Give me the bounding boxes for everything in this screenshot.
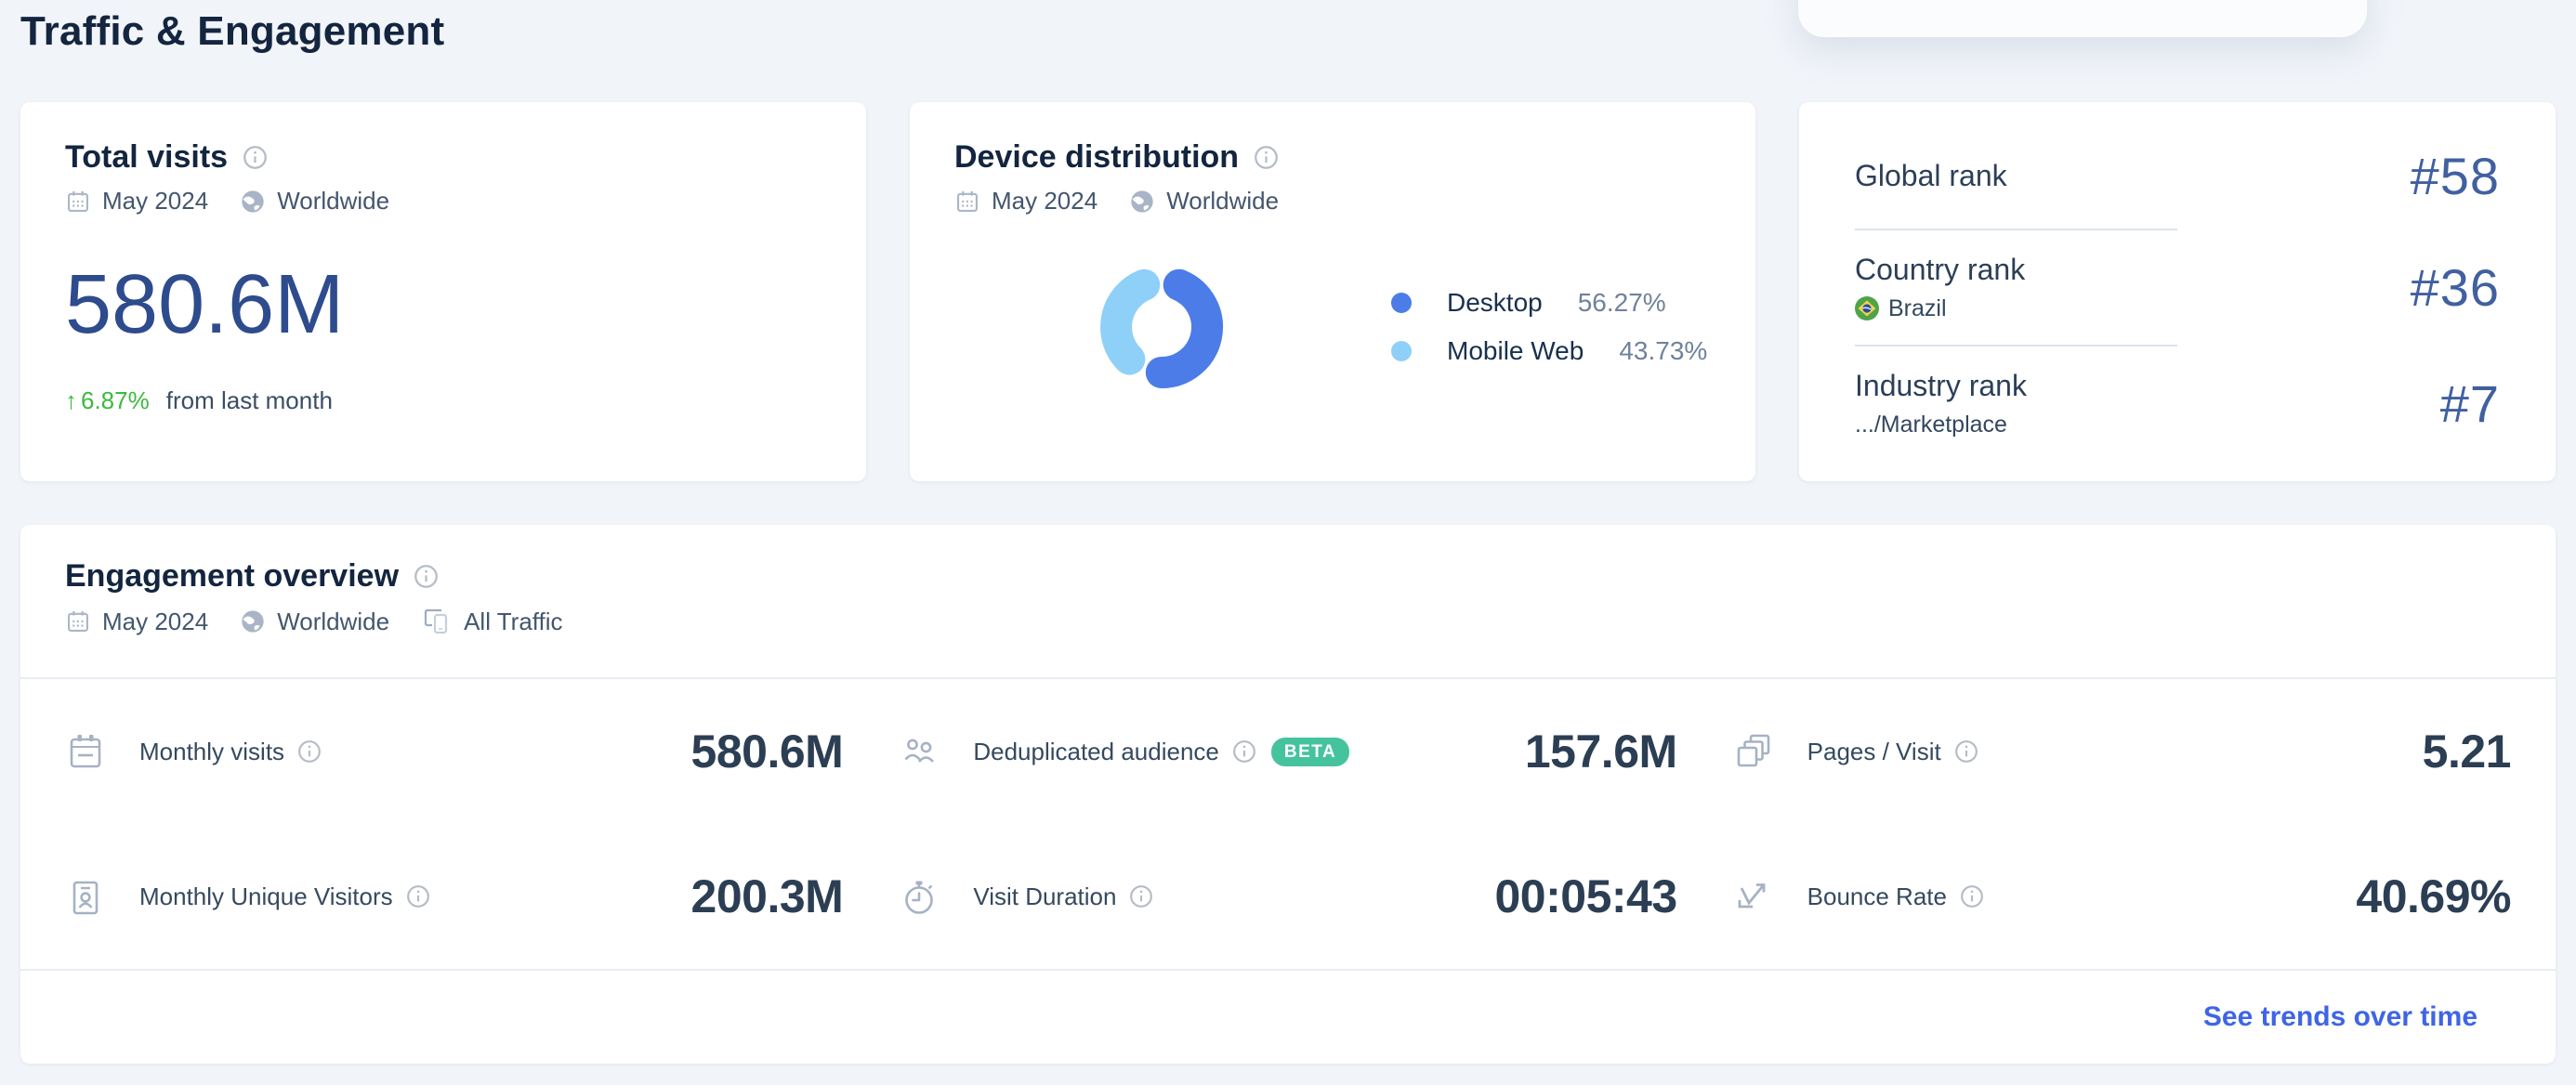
engagement-footer: See trends over time	[20, 969, 2556, 1064]
industry-rank-row: Industry rank .../Marketplace #7	[1855, 346, 2500, 461]
total-visits-title: Total visits	[65, 139, 229, 175]
metric-label: Pages / Visit	[1807, 737, 1941, 765]
legend-row-desktop: Desktop 56.27%	[1391, 288, 1707, 318]
country-rank-value: #36	[2410, 257, 2500, 317]
metric-label: Visit Duration	[973, 882, 1117, 910]
engagement-period: May 2024	[102, 607, 209, 635]
see-trends-link[interactable]: See trends over time	[2203, 1001, 2477, 1033]
info-icon[interactable]	[1232, 739, 1256, 764]
metric-visit-duration: Visit Duration 00:05:43	[899, 824, 1678, 969]
info-icon[interactable]	[1960, 884, 1984, 909]
change-percent: 6.87%	[81, 386, 150, 414]
calendar-icon	[65, 608, 91, 634]
bounce-arrow-icon	[1733, 876, 1774, 917]
total-visits-period: May 2024	[102, 187, 209, 215]
device-combo-icon	[421, 606, 453, 637]
change-note: from last month	[165, 386, 333, 414]
engagement-traffic-type: All Traffic	[464, 607, 563, 635]
metric-value: 580.6M	[690, 726, 844, 778]
metric-monthly-visits: Monthly visits 580.6M	[65, 679, 844, 824]
metric-pages-per-visit: Pages / Visit 5.21	[1733, 679, 2511, 824]
metric-monthly-unique-visitors: Monthly Unique Visitors 200.3M	[65, 824, 844, 969]
metric-label: Monthly Unique Visitors	[139, 882, 393, 910]
info-icon[interactable]	[1954, 739, 1978, 764]
up-arrow-icon: ↑	[65, 386, 77, 414]
traffic-engagement-section: Traffic & Engagement Total visits May 20…	[0, 0, 2576, 1064]
person-badge-icon	[65, 876, 106, 917]
info-icon[interactable]	[243, 145, 268, 170]
legend-row-mobile: Mobile Web 43.73%	[1391, 336, 1707, 366]
metric-value: 200.3M	[690, 870, 844, 922]
metric-value: 5.21	[2422, 726, 2512, 778]
device-donut-chart	[1087, 253, 1236, 401]
ranks-card: Global rank #58 Country rank Brazil #36 …	[1799, 102, 2556, 481]
engagement-overview-card: Engagement overview May 2024 Worldwide A…	[20, 525, 2556, 1064]
engagement-region: Worldwide	[277, 607, 390, 635]
global-rank-value: #58	[2410, 146, 2500, 205]
country-rank-label: Country rank	[1855, 252, 2026, 286]
device-legend: Desktop 56.27% Mobile Web 43.73%	[1391, 288, 1707, 366]
calendar-lines-icon	[65, 731, 106, 772]
engagement-metrics-grid: Monthly visits 580.6M Deduplicated audie…	[20, 679, 2556, 969]
engagement-overview-title: Engagement overview	[65, 558, 400, 594]
donut-mobile-segment	[1100, 268, 1161, 375]
info-icon[interactable]	[297, 739, 322, 764]
brazil-flag-icon	[1855, 296, 1879, 320]
total-visits-card: Total visits May 2024 Worldwide 580.6M ↑…	[20, 102, 866, 481]
top-cards-row: Total visits May 2024 Worldwide 580.6M ↑…	[20, 102, 2556, 481]
donut-desktop-segment	[1145, 268, 1223, 389]
device-distribution-card: Device distribution May 2024 Worldwide D…	[910, 102, 1755, 481]
globe-icon	[240, 189, 266, 215]
metric-bounce-rate: Bounce Rate 40.69%	[1733, 824, 2511, 969]
metric-value: 157.6M	[1524, 726, 1677, 778]
calendar-icon	[954, 189, 980, 215]
country-rank-sublabel: Brazil	[1888, 294, 1947, 321]
global-rank-row: Global rank #58	[1855, 124, 2500, 229]
industry-rank-value: #7	[2439, 373, 2500, 433]
metric-value: 40.69%	[2356, 870, 2511, 922]
pages-icon	[1733, 731, 1774, 772]
device-distribution-period: May 2024	[992, 187, 1098, 215]
device-distribution-region: Worldwide	[1166, 187, 1280, 215]
people-icon	[899, 731, 940, 772]
globe-icon	[240, 608, 266, 634]
metric-label: Monthly visits	[139, 737, 285, 765]
info-icon[interactable]	[1129, 884, 1153, 909]
info-icon[interactable]	[1254, 145, 1279, 170]
metric-label: Deduplicated audience	[973, 737, 1219, 765]
page-title: Traffic & Engagement	[20, 8, 445, 54]
legend-label: Mobile Web	[1447, 336, 1584, 365]
calendar-icon	[65, 189, 91, 215]
device-distribution-title: Device distribution	[954, 139, 1240, 175]
info-icon[interactable]	[414, 564, 439, 589]
beta-badge: BETA	[1270, 737, 1350, 766]
total-visits-region: Worldwide	[277, 187, 390, 215]
change-indicator: ↑ 6.87%	[65, 386, 150, 415]
industry-rank-label: Industry rank	[1855, 368, 2027, 402]
industry-rank-sublabel: .../Marketplace	[1855, 411, 2007, 438]
desktop-dot-icon	[1391, 293, 1412, 313]
stopwatch-icon	[899, 876, 940, 917]
mobile-dot-icon	[1391, 341, 1412, 361]
metric-value: 00:05:43	[1494, 870, 1678, 922]
legend-label: Desktop	[1447, 288, 1543, 317]
legend-value: 43.73%	[1619, 336, 1708, 365]
metric-deduplicated-audience: Deduplicated audience BETA 157.6M	[899, 679, 1677, 824]
globe-icon	[1129, 189, 1155, 215]
total-visits-value: 580.6M	[65, 258, 345, 351]
legend-value: 56.27%	[1577, 288, 1666, 317]
country-rank-row: Country rank Brazil #36	[1855, 230, 2500, 345]
global-rank-label: Global rank	[1855, 158, 2007, 192]
info-icon[interactable]	[406, 884, 430, 909]
metric-label: Bounce Rate	[1807, 882, 1947, 910]
